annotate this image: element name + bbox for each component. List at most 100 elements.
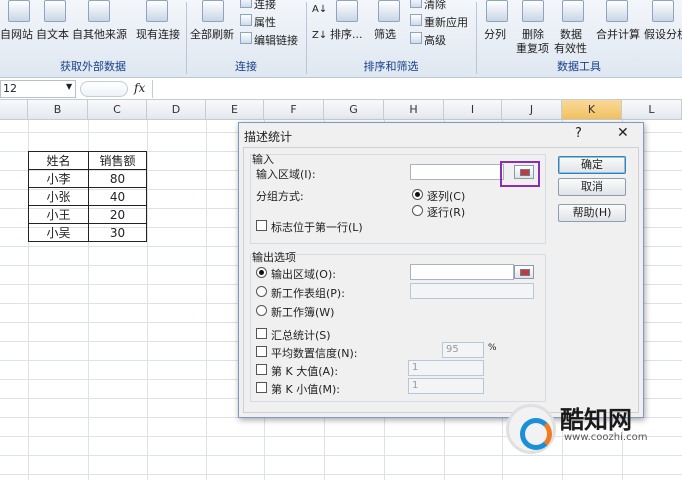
kth-largest-label[interactable]: 第 K 大值(A): — [271, 363, 338, 379]
group-label: 连接 — [235, 60, 257, 73]
summary-stats-checkbox[interactable] — [256, 328, 267, 339]
watermark-url: www.coozhi.com — [564, 432, 648, 443]
column-header[interactable]: D — [147, 100, 206, 120]
sort-button[interactable]: 排序... — [330, 26, 363, 42]
column-header[interactable]: E — [206, 100, 264, 120]
advanced-icon — [410, 32, 422, 44]
formula-bar: 12 ▼ fx — [0, 78, 682, 100]
confidence-checkbox[interactable] — [256, 346, 267, 357]
help-icon[interactable]: ? — [575, 126, 582, 141]
column-header[interactable]: G — [324, 100, 384, 120]
column-header[interactable]: F — [264, 100, 324, 120]
name-box[interactable]: 12 — [0, 80, 76, 98]
formula-bar-divider — [80, 81, 128, 97]
reapply-button[interactable]: 重新应用 — [424, 14, 468, 30]
advanced-button[interactable]: 高级 — [424, 32, 446, 48]
new-workbook-label[interactable]: 新工作簿(W) — [271, 304, 334, 320]
column-header[interactable]: I — [444, 100, 502, 120]
sales-table: 姓名 销售额 小李 80 小张 40 小王 20 小吴 30 — [28, 151, 147, 242]
group-label: 获取外部数据 — [60, 60, 126, 73]
new-sheet-label[interactable]: 新工作表组(P): — [271, 285, 345, 301]
filter-button[interactable]: 筛选 — [374, 26, 396, 42]
kth-smallest-label[interactable]: 第 K 小值(M): — [271, 381, 340, 397]
by-row-label[interactable]: 逐行(R) — [427, 204, 465, 220]
other-sources-button[interactable]: 自其他来源 — [72, 26, 127, 42]
new-workbook-radio[interactable] — [256, 305, 267, 316]
confidence-label[interactable]: 平均数置信度(N): — [271, 345, 358, 361]
column-header-selected[interactable]: K — [562, 100, 622, 120]
table-cell[interactable]: 小吴 — [28, 223, 89, 242]
by-column-label[interactable]: 逐列(C) — [427, 188, 465, 204]
sort-icon — [336, 0, 358, 22]
table-cell[interactable]: 小王 — [28, 205, 89, 224]
input-section-label: 输入 — [252, 153, 274, 166]
group-label: 排序和筛选 — [363, 60, 419, 73]
group-by-label: 分组方式: — [256, 190, 304, 203]
text-to-columns-button[interactable]: 分列 — [484, 26, 506, 42]
clear-button[interactable]: 清除 — [424, 0, 446, 12]
kth-largest-field[interactable]: 1 — [408, 360, 484, 376]
column-header[interactable]: C — [88, 100, 147, 120]
text-to-columns-icon — [486, 0, 508, 22]
ribbon: 自网站 自文本 自其他来源 现有连接 全部刷新 连接 属性 编辑链接 A↓ Z↓… — [0, 0, 682, 78]
kth-smallest-checkbox[interactable] — [256, 382, 267, 393]
new-sheet-radio[interactable] — [256, 286, 267, 297]
edit-links-icon — [240, 32, 252, 44]
what-if-button[interactable]: 假设分析 — [644, 26, 682, 42]
kth-smallest-field[interactable]: 1 — [408, 378, 484, 394]
by-column-radio[interactable] — [412, 189, 423, 200]
existing-connections-button[interactable]: 现有连接 — [136, 26, 180, 42]
output-section-label: 输出选项 — [252, 251, 296, 264]
insert-function-icon[interactable]: fx — [134, 81, 145, 95]
output-range-field[interactable] — [410, 264, 514, 280]
refresh-all-button[interactable]: 全部刷新 — [190, 26, 234, 42]
column-header[interactable]: B — [28, 100, 88, 120]
duplicates-label: 重复项 — [516, 42, 549, 55]
formula-input[interactable] — [152, 80, 682, 98]
edit-links-button[interactable]: 编辑链接 — [254, 32, 298, 48]
table-header-row: 姓名 销售额 — [28, 151, 147, 170]
grid-line — [206, 120, 207, 480]
from-text-button[interactable]: 自文本 — [36, 26, 69, 42]
table-cell[interactable]: 20 — [88, 205, 147, 224]
column-header[interactable]: J — [502, 100, 562, 120]
by-row-radio[interactable] — [412, 205, 423, 216]
confidence-field[interactable]: 95 — [442, 342, 484, 358]
table-row: 小张 40 — [28, 187, 147, 206]
consolidate-button[interactable]: 合并计算 — [596, 26, 640, 42]
output-range-label[interactable]: 输出区域(O): — [271, 266, 336, 282]
from-web-button[interactable]: 自网站 — [0, 26, 33, 42]
labels-first-row-checkbox[interactable] — [256, 220, 267, 231]
range-picker-icon[interactable] — [514, 265, 534, 279]
table-header[interactable]: 销售额 — [88, 151, 147, 170]
output-range-radio[interactable] — [256, 267, 267, 278]
clear-icon — [410, 0, 422, 8]
cancel-button[interactable]: 取消 — [558, 178, 626, 196]
chevron-down-icon[interactable]: ▼ — [66, 82, 72, 91]
text-icon — [44, 0, 66, 22]
new-sheet-field[interactable] — [410, 283, 534, 299]
table-cell[interactable]: 小李 — [28, 169, 89, 188]
table-cell[interactable]: 小张 — [28, 187, 89, 206]
table-cell[interactable]: 40 — [88, 187, 147, 206]
labels-first-row-label[interactable]: 标志位于第一行(L) — [271, 219, 363, 235]
input-range-field[interactable] — [410, 164, 504, 180]
connections-button[interactable]: 连接 — [254, 0, 276, 12]
table-cell[interactable]: 80 — [88, 169, 147, 188]
table-header[interactable]: 姓名 — [28, 151, 89, 170]
sort-desc-icon[interactable]: Z↓ — [312, 30, 327, 41]
column-header[interactable]: H — [384, 100, 444, 120]
row-header-corner[interactable] — [0, 100, 28, 120]
validity-label: 有效性 — [554, 42, 587, 55]
sort-asc-icon[interactable]: A↓ — [312, 4, 327, 15]
column-header[interactable]: L — [622, 100, 682, 120]
help-button[interactable]: 帮助(H) — [558, 204, 626, 222]
kth-largest-checkbox[interactable] — [256, 364, 267, 375]
properties-button[interactable]: 属性 — [254, 14, 276, 30]
close-icon[interactable]: ✕ — [617, 125, 629, 141]
ok-button[interactable]: 确定 — [558, 156, 626, 174]
summary-stats-label[interactable]: 汇总统计(S) — [271, 327, 331, 343]
table-cell[interactable]: 30 — [88, 223, 147, 242]
web-icon — [8, 0, 30, 22]
percent-label: % — [488, 343, 497, 353]
